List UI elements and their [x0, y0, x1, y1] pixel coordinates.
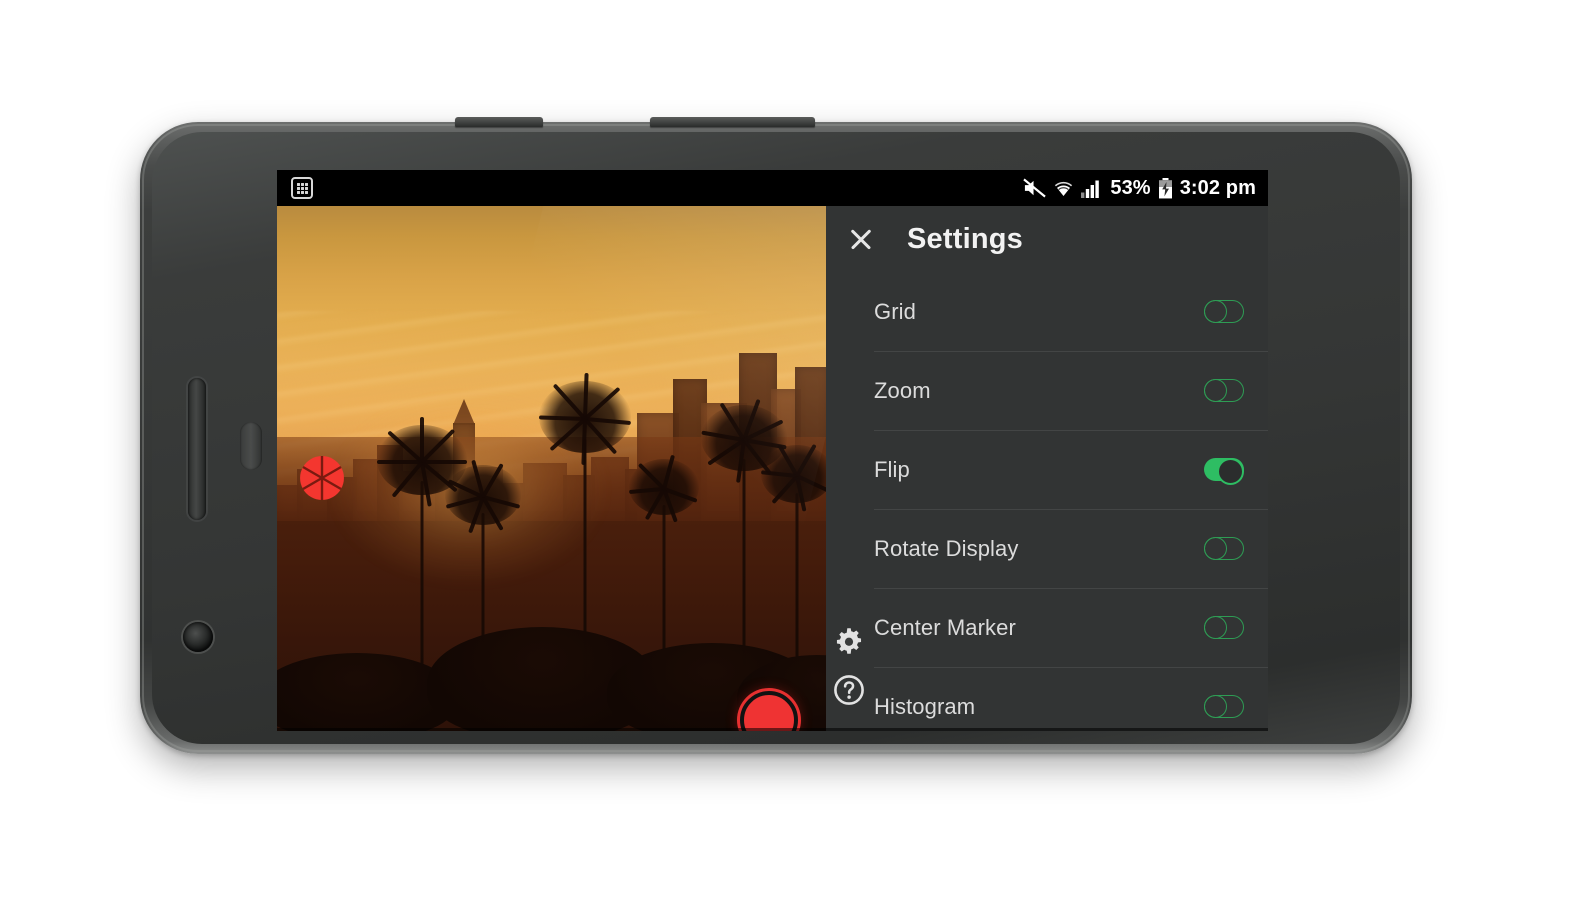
speaker-grille: [188, 378, 206, 520]
setting-row-zoom[interactable]: Zoom: [826, 351, 1268, 430]
sunset-skyline-photo: [277, 206, 826, 731]
setting-row-rotate-display[interactable]: Rotate Display: [826, 509, 1268, 588]
camera-lens: [183, 622, 213, 652]
power-button[interactable]: [650, 117, 815, 127]
status-bar-clock: 3:02 pm: [1179, 177, 1256, 199]
battery-charging-icon: [1158, 177, 1173, 199]
toggle-zoom[interactable]: [1204, 379, 1244, 402]
setting-row-grid[interactable]: Grid: [826, 272, 1268, 351]
status-bar-left: [291, 177, 313, 199]
app-grid-icon-glyph: [296, 182, 308, 194]
setting-label: Center Marker: [874, 614, 1016, 640]
toggle-center-marker[interactable]: [1204, 616, 1244, 639]
toggle-rotate-display[interactable]: [1204, 537, 1244, 560]
app-grid-icon[interactable]: [291, 177, 313, 199]
close-icon[interactable]: [844, 222, 878, 256]
setting-label: Flip: [874, 456, 910, 482]
toggle-grid[interactable]: [1204, 300, 1244, 323]
volume-button[interactable]: [455, 117, 543, 127]
setting-row-histogram[interactable]: Histogram: [826, 667, 1268, 731]
battery-percent: 53%: [1110, 177, 1151, 199]
volume-muted-icon: [1023, 178, 1047, 198]
screen-bottom-edge: [277, 728, 1268, 731]
setting-row-flip[interactable]: Flip: [826, 430, 1268, 509]
settings-panel: Settings Grid Zoom Flip Rotate Display C…: [826, 206, 1268, 731]
side-key-button[interactable]: [240, 422, 262, 470]
gear-icon[interactable]: [832, 624, 866, 658]
help-circle-icon[interactable]: [832, 673, 866, 707]
aperture-iris-icon[interactable]: [298, 454, 346, 502]
settings-header: Settings: [826, 206, 1268, 272]
settings-title: Settings: [907, 222, 1023, 255]
setting-label: Grid: [874, 298, 916, 324]
toggle-flip[interactable]: [1204, 458, 1244, 485]
wifi-icon: [1053, 179, 1074, 198]
cellular-signal-icon: [1081, 179, 1103, 198]
setting-row-center-marker[interactable]: Center Marker: [826, 588, 1268, 667]
screenshot-stage: 53% 3:02 pm Settings Grid Zoom Flip Rota…: [0, 0, 1593, 900]
status-bar-right: 53% 3:02 pm: [1023, 177, 1256, 199]
panel-tools: [832, 624, 878, 722]
toggle-histogram[interactable]: [1204, 695, 1244, 718]
status-bar: 53% 3:02 pm: [277, 170, 1268, 206]
camera-viewfinder[interactable]: [277, 206, 826, 731]
setting-label: Histogram: [874, 693, 976, 719]
settings-list: Grid Zoom Flip Rotate Display Center Mar: [826, 272, 1268, 731]
setting-label: Rotate Display: [874, 535, 1019, 561]
setting-label: Zoom: [874, 377, 931, 403]
phone-screen: 53% 3:02 pm Settings Grid Zoom Flip Rota…: [277, 170, 1268, 731]
